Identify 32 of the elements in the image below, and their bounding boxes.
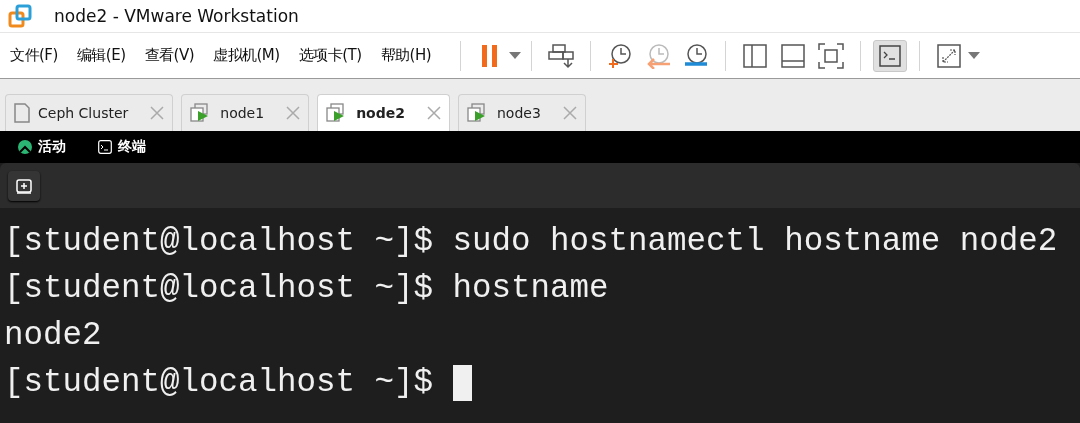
menu-item[interactable]: 编辑(E) <box>76 46 126 65</box>
tab[interactable]: Ceph Cluster <box>5 94 174 131</box>
console-view-button[interactable] <box>873 39 907 72</box>
tab[interactable]: node1 <box>181 94 310 131</box>
app-name[interactable]: 终端 <box>118 138 146 156</box>
terminal-line: node2 <box>4 316 102 356</box>
terminal-line: [student@localhost ~]$ sudo hostnamectl hostname node2 <box>4 222 1058 262</box>
terminal-line: [student@localhost ~]$ <box>4 363 435 403</box>
window-title: node2 - VMware Workstation <box>54 6 299 26</box>
pause-icon <box>480 44 500 67</box>
document-icon <box>14 103 30 123</box>
menu-item[interactable]: 查看(V) <box>144 46 194 65</box>
terminal-line: [student@localhost ~]$ hostname <box>4 269 609 309</box>
new-tab-button[interactable] <box>8 170 40 201</box>
new-tab-icon <box>16 177 32 194</box>
close-icon[interactable] <box>427 106 441 120</box>
tab-label: node2 <box>356 105 405 121</box>
menu-item[interactable]: 选项卡(T) <box>298 46 362 65</box>
terminal-icon <box>98 140 112 154</box>
caret-icon[interactable] <box>509 51 521 60</box>
tab-label: node3 <box>497 105 541 121</box>
activities-icon <box>18 140 32 154</box>
tab-label: node1 <box>220 105 265 121</box>
tab-label: Ceph Cluster <box>38 105 129 121</box>
tab[interactable]: node3 <box>458 94 586 131</box>
caret-icon[interactable] <box>968 51 980 60</box>
tab[interactable]: node2 <box>317 94 450 131</box>
menu-item[interactable]: 帮助(H) <box>380 46 431 65</box>
app-logo-icon <box>8 4 32 28</box>
menu-item[interactable]: 虚拟机(M) <box>213 46 280 65</box>
menu-item[interactable]: 文件(F) <box>10 46 58 65</box>
activities-label[interactable]: 活动 <box>38 138 66 156</box>
